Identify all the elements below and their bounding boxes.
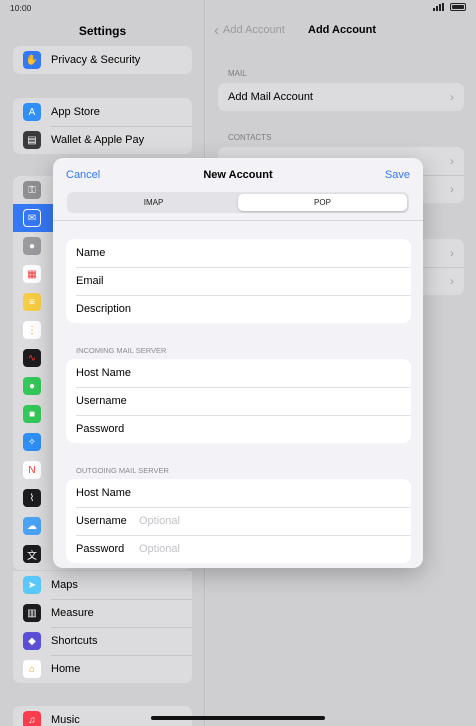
field-placeholder: Optional	[139, 543, 180, 555]
sidebar-item-measure[interactable]: ▥ Measure	[13, 599, 192, 627]
add-mail-account-row[interactable]: Add Mail Account ›	[218, 83, 464, 111]
field-label: Username	[76, 395, 127, 407]
save-button[interactable]: Save	[385, 169, 410, 181]
field-label: Host Name	[76, 487, 132, 499]
sidebar-item-privacy-security[interactable]: ✋ Privacy & Security	[13, 46, 192, 74]
incoming-server-header: INCOMING MAIL SERVER	[76, 346, 167, 355]
account-info-group: Name Email Description	[66, 239, 411, 323]
sidebar-group-store: A App Store ▤ Wallet & Apple Pay	[13, 98, 192, 154]
description-field[interactable]: Description	[66, 295, 411, 323]
sidebar-item-shortcuts[interactable]: ◆ Shortcuts	[13, 627, 192, 655]
name-field[interactable]: Name	[66, 239, 411, 267]
chevron-right-icon: ›	[450, 182, 454, 196]
new-account-sheet: Cancel New Account Save IMAP POP Name Em…	[53, 158, 423, 568]
battery-icon	[450, 3, 466, 11]
sidebar-item-maps[interactable]: ➤ Maps	[13, 571, 192, 599]
chevron-right-icon: ›	[450, 90, 454, 104]
sidebar-item-label: App Store	[51, 106, 100, 118]
incoming-password-field[interactable]: Password	[66, 415, 411, 443]
news-icon: N	[23, 461, 41, 479]
chevron-right-icon: ›	[450, 274, 454, 288]
mail-group: Add Mail Account ›	[218, 83, 464, 111]
divider	[53, 220, 423, 221]
sidebar-item-label: Maps	[51, 579, 78, 591]
email-field[interactable]: Email	[66, 267, 411, 295]
field-label: Password	[76, 423, 125, 435]
home-icon: ⌂	[23, 660, 41, 678]
incoming-server-group: Host Name Username Password	[66, 359, 411, 443]
cellular-signal-icon	[433, 3, 444, 11]
sheet-title: New Account	[203, 169, 273, 181]
voice-memos-icon: ∿	[23, 349, 41, 367]
outgoing-password-field[interactable]: Password Optional	[66, 535, 411, 563]
segment-pop[interactable]: POP	[238, 194, 407, 211]
sidebar-item-label: Measure	[51, 607, 94, 619]
status-time: 10:00	[10, 3, 32, 13]
sidebar-group-utilities: ➤ Maps ▥ Measure ◆ Shortcuts ⌂ Home	[13, 571, 192, 683]
field-label: Host Name	[76, 367, 132, 379]
calendar-icon: ▦	[23, 265, 41, 283]
maps-icon: ➤	[23, 576, 41, 594]
outgoing-username-field[interactable]: Username Optional	[66, 507, 411, 535]
contacts-icon: ●	[23, 237, 41, 255]
messages-icon: ●	[23, 377, 41, 395]
sidebar-item-label: Music	[51, 714, 80, 726]
chevron-right-icon: ›	[450, 246, 454, 260]
app-store-icon: A	[23, 103, 41, 121]
weather-icon: ☁	[23, 517, 41, 535]
account-type-segmented-control: IMAP POP	[67, 192, 409, 213]
sidebar-item-app-store[interactable]: A App Store	[13, 98, 192, 126]
translate-icon: 文	[23, 545, 41, 563]
sidebar-title: Settings	[78, 24, 127, 38]
sheet-header: Cancel New Account Save	[53, 158, 423, 192]
sidebar-item-home[interactable]: ⌂ Home	[13, 655, 192, 683]
field-label: Name	[76, 247, 106, 259]
sidebar-item-wallet[interactable]: ▤ Wallet & Apple Pay	[13, 126, 192, 154]
stocks-icon: ⌇	[23, 489, 41, 507]
sidebar-item-label: Privacy & Security	[51, 54, 141, 66]
status-bar: 10:00	[0, 0, 476, 16]
music-icon: ♫	[23, 711, 41, 726]
row-label: Add Mail Account	[228, 91, 313, 103]
back-label: Add Account	[223, 24, 285, 36]
outgoing-server-group: Host Name Username Optional Password Opt…	[66, 479, 411, 563]
notes-icon: ≡	[23, 293, 41, 311]
key-icon: ⚿	[23, 181, 41, 199]
field-label: Email	[76, 275, 104, 287]
incoming-username-field[interactable]: Username	[66, 387, 411, 415]
chevron-right-icon: ›	[450, 154, 454, 168]
measure-icon: ▥	[23, 604, 41, 622]
sidebar-group-privacy: ✋ Privacy & Security	[13, 46, 192, 74]
sidebar-item-label: Home	[51, 663, 81, 675]
mail-icon: ✉	[23, 209, 41, 227]
sidebar-item-label: Shortcuts	[51, 635, 98, 647]
page-title: Add Account	[308, 24, 377, 36]
chevron-left-icon: ‹	[214, 21, 219, 39]
field-placeholder: Optional	[139, 515, 180, 527]
sidebar-item-label: Wallet & Apple Pay	[51, 134, 145, 146]
hand-icon: ✋	[23, 51, 41, 69]
segment-imap[interactable]: IMAP	[69, 194, 238, 211]
field-label: Username	[76, 515, 127, 527]
outgoing-server-header: OUTGOING MAIL SERVER	[76, 466, 169, 475]
field-label: Password	[76, 543, 125, 555]
reminders-icon: ⋮	[23, 321, 41, 339]
back-button[interactable]: ‹ Add Account	[214, 21, 285, 39]
shortcuts-icon: ◆	[23, 632, 41, 650]
incoming-host-name-field[interactable]: Host Name	[66, 359, 411, 387]
outgoing-host-name-field[interactable]: Host Name	[66, 479, 411, 507]
mail-section-header: MAIL	[228, 69, 247, 78]
field-label: Description	[76, 303, 132, 315]
safari-icon: ✧	[23, 433, 41, 451]
contacts-section-header: CONTACTS	[228, 133, 272, 142]
home-indicator[interactable]	[151, 716, 325, 720]
facetime-icon: ■	[23, 405, 41, 423]
wallet-icon: ▤	[23, 131, 41, 149]
